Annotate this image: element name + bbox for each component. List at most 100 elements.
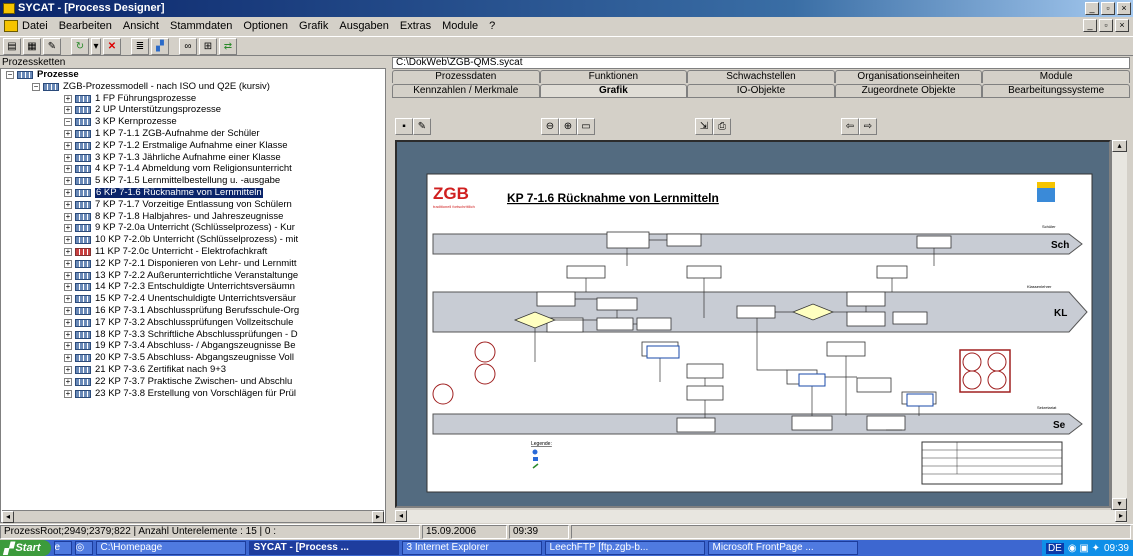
tree-horizontal-scrollbar[interactable]: ◂ ▸ bbox=[2, 510, 384, 523]
zoom-out-icon[interactable]: ⊖ bbox=[541, 117, 559, 135]
graphic-canvas[interactable]: ZGB traditionell fortschrittlich KP 7-1.… bbox=[395, 140, 1111, 508]
tab-tabs_row2-4[interactable]: Bearbeitungssysteme bbox=[982, 84, 1130, 97]
task-leechftp[interactable]: LeechFTP [ftp.zgb-b... bbox=[544, 541, 705, 555]
tree-item[interactable]: − ZGB-Prozessmodell - nach ISO und Q2E (k… bbox=[32, 81, 270, 92]
menu-item-9[interactable]: ? bbox=[489, 20, 495, 32]
menu-item-4[interactable]: Optionen bbox=[243, 20, 288, 32]
expand-icon[interactable]: + bbox=[64, 366, 72, 374]
expand-icon[interactable]: + bbox=[64, 354, 72, 363]
tab-tabs_row1-4[interactable]: Module bbox=[982, 70, 1130, 83]
tree-item[interactable]: +20 KP 7-3.5 Abschluss- Abgangszeugnisse… bbox=[64, 353, 294, 363]
expand-icon[interactable]: + bbox=[64, 153, 72, 162]
canvas-scroll-left-icon[interactable]: ◂ bbox=[395, 510, 407, 522]
expand-icon[interactable]: + bbox=[64, 106, 72, 115]
tree-item[interactable]: +15 KP 7-2.4 Unentschuldigte Unterrichts… bbox=[64, 294, 296, 304]
start-button[interactable]: ▞ Start bbox=[0, 540, 51, 556]
mdi-close-button[interactable]: × bbox=[1115, 19, 1129, 32]
tab-tabs_row2-0[interactable]: Kennzahlen / Merkmale bbox=[392, 84, 540, 97]
tree-item[interactable]: +3 KP 7-1.3 Jährliche Aufnahme einer Kla… bbox=[64, 152, 281, 163]
tray-icons[interactable]: ◉ ▣ ✦ bbox=[1068, 543, 1100, 554]
scroll-left-icon[interactable]: ◂ bbox=[2, 511, 14, 523]
tree-item[interactable]: +11 KP 7-2.0c Unterricht - Elektrofachkr… bbox=[64, 247, 267, 257]
expand-icon[interactable]: + bbox=[64, 189, 72, 197]
menu-item-3[interactable]: Stammdaten bbox=[170, 20, 232, 32]
tree-item[interactable]: +2 UP Unterstützungsprozesse bbox=[64, 105, 221, 115]
tab-tabs_row1-0[interactable]: Prozessdaten bbox=[392, 70, 540, 83]
quicklaunch-ie-icon[interactable]: e bbox=[53, 541, 72, 555]
menu-item-0[interactable]: Datei bbox=[22, 20, 48, 32]
expand-icon[interactable]: + bbox=[64, 212, 72, 221]
tree-item[interactable]: +1 FP Führungsprozesse bbox=[64, 93, 196, 104]
document-icon[interactable] bbox=[4, 20, 18, 32]
expand-icon[interactable]: + bbox=[64, 200, 72, 209]
expand-icon[interactable]: + bbox=[64, 318, 72, 327]
tree-item[interactable]: +7 KP 7-1.7 Vorzeitige Entlassung von Sc… bbox=[64, 199, 292, 210]
save-icon[interactable]: ▪ bbox=[395, 117, 413, 135]
tree-item[interactable]: − Prozesse bbox=[6, 70, 79, 80]
tree-item[interactable]: +6 KP 7-1.6 Rücknahme von Lernmitteln bbox=[64, 188, 263, 198]
expand-icon[interactable]: + bbox=[64, 377, 72, 386]
tab-tabs_row1-3[interactable]: Organisationseinheiten bbox=[834, 70, 983, 83]
tree-item[interactable]: +19 KP 7-3.4 Abschluss- / Abgangszeugnis… bbox=[64, 341, 296, 351]
menu-item-5[interactable]: Grafik bbox=[299, 20, 328, 32]
tree-item[interactable]: +21 KP 7-3.6 Zertifikat nach 9+3 bbox=[64, 365, 226, 375]
network-icon[interactable]: ⊞ bbox=[199, 37, 217, 55]
expand-icon[interactable]: + bbox=[64, 259, 72, 268]
tree-item[interactable]: +8 KP 7-1.8 Halbjahres- und Jahreszeugni… bbox=[64, 211, 283, 222]
list-icon[interactable]: ≣ bbox=[131, 37, 149, 55]
tree-item[interactable]: +22 KP 7-3.7 Praktische Zwischen- und Ab… bbox=[64, 376, 292, 387]
new-icon[interactable]: ▤ bbox=[3, 37, 21, 55]
expand-icon[interactable]: + bbox=[64, 141, 72, 150]
tab-tabs_row2-3[interactable]: Zugeordnete Objekte bbox=[834, 84, 983, 97]
expand-icon[interactable]: + bbox=[64, 236, 72, 245]
expand-icon[interactable]: + bbox=[64, 283, 72, 292]
tree-item[interactable]: +18 KP 7-3.3 Schriftliche Abschlussprüfu… bbox=[64, 329, 298, 340]
tree-item[interactable]: +14 KP 7-2.3 Entschuldigte Unterrichtsve… bbox=[64, 282, 295, 292]
scroll-right-icon[interactable]: ▸ bbox=[372, 511, 384, 523]
task-homepage[interactable]: C:\Homepage bbox=[95, 541, 246, 555]
tab-tabs_row1-1[interactable]: Funktionen bbox=[539, 70, 688, 83]
menu-item-7[interactable]: Extras bbox=[400, 20, 431, 32]
scroll-down-icon[interactable]: ▾ bbox=[1112, 498, 1127, 510]
expand-icon[interactable]: + bbox=[64, 177, 72, 186]
tree-item[interactable]: +17 KP 7-3.2 Abschlussprüfungen Vollzeit… bbox=[64, 317, 293, 328]
collapse-icon[interactable]: − bbox=[6, 71, 14, 79]
tree-item[interactable]: +4 KP 7-1.4 Abmeldung vom Religionsunter… bbox=[64, 164, 292, 174]
menu-item-2[interactable]: Ansicht bbox=[123, 20, 159, 32]
expand-icon[interactable]: + bbox=[64, 307, 72, 315]
tree-item[interactable]: +16 KP 7-3.1 Abschlussprüfung Berufsschu… bbox=[64, 306, 299, 316]
expand-icon[interactable]: + bbox=[64, 165, 72, 174]
tree-item[interactable]: +13 KP 7-2.2 Außerunterrichtliche Verans… bbox=[64, 270, 298, 281]
back-icon[interactable]: ⇦ bbox=[841, 117, 859, 135]
zoom-in-icon[interactable]: ⊕ bbox=[559, 117, 577, 135]
expand-icon[interactable]: + bbox=[64, 224, 72, 233]
grid-icon[interactable]: ▦ bbox=[23, 37, 41, 55]
cycle-icon[interactable]: ↻ bbox=[71, 37, 89, 55]
delete-icon[interactable]: ✕ bbox=[103, 37, 121, 55]
tree-item[interactable]: +10 KP 7-2.0b Unterricht (Schlüsselproze… bbox=[64, 235, 298, 245]
tab-tabs_row1-2[interactable]: Schwachstellen bbox=[687, 70, 835, 83]
link-icon[interactable]: ∞ bbox=[179, 37, 197, 55]
tree-item[interactable]: +23 KP 7-3.8 Erstellung von Vorschlägen … bbox=[64, 388, 296, 399]
canvas-vertical-scrollbar[interactable]: ▴ ▾ bbox=[1111, 140, 1127, 510]
app-icon[interactable] bbox=[3, 3, 15, 14]
minimize-button[interactable]: _ bbox=[1085, 2, 1099, 15]
tree-item[interactable]: +5 KP 7-1.5 Lernmittelbestellung u. -aus… bbox=[64, 176, 280, 186]
maximize-button[interactable]: ▫ bbox=[1101, 2, 1115, 15]
tab-tabs_row2-2[interactable]: IO-Objekte bbox=[687, 84, 835, 97]
fit-icon[interactable]: ▭ bbox=[577, 117, 595, 135]
task-frontpage[interactable]: Microsoft FrontPage ... bbox=[707, 541, 858, 555]
process-tree[interactable]: − Prozesse − ZGB-Prozessmodell - nach ISO u… bbox=[2, 70, 384, 510]
forward-icon[interactable]: ⇨ bbox=[859, 117, 877, 135]
collapse-icon[interactable]: − bbox=[32, 82, 40, 91]
menu-item-8[interactable]: Module bbox=[442, 20, 478, 32]
tab-tabs_row2-1[interactable]: Grafik bbox=[539, 84, 688, 97]
collapse-icon[interactable]: − bbox=[64, 118, 72, 127]
tree-item[interactable]: +12 KP 7-2.1 Disponieren von Lehr- und L… bbox=[64, 258, 297, 269]
canvas-horizontal-scrollbar[interactable]: ◂ ▸ bbox=[395, 510, 1127, 523]
dropdown-arrow-icon[interactable]: ▾ bbox=[91, 37, 101, 55]
edit-icon[interactable]: ✎ bbox=[43, 37, 61, 55]
chart-icon[interactable]: ▞ bbox=[151, 37, 169, 55]
expand-icon[interactable]: + bbox=[64, 94, 72, 103]
tree-item[interactable]: − 3 KP Kernprozesse bbox=[64, 117, 177, 127]
